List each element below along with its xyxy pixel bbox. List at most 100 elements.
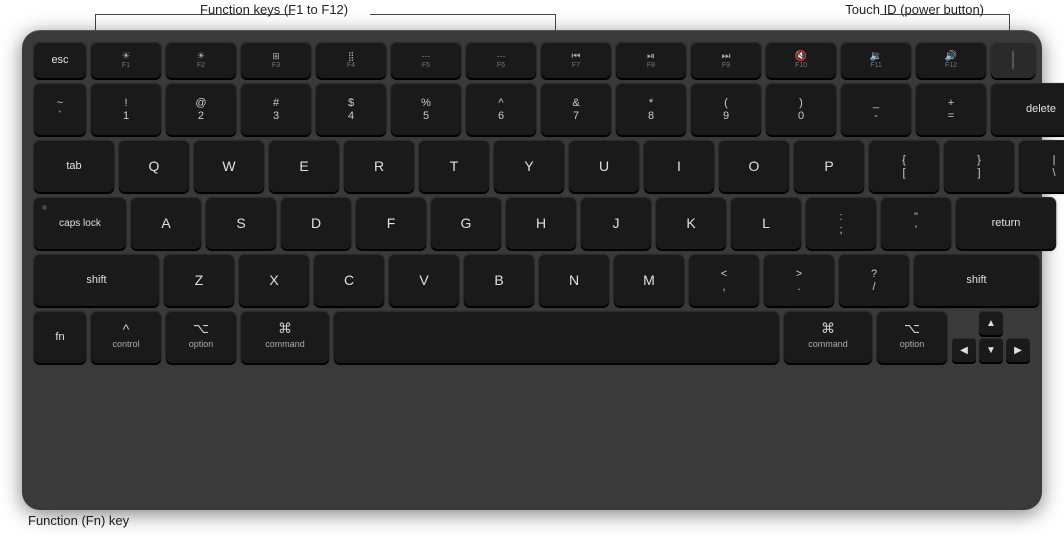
- key-touch-id[interactable]: [991, 42, 1035, 78]
- key-f1[interactable]: ☀ F1: [91, 42, 161, 78]
- key-5-labels: % 5: [421, 97, 431, 122]
- function-keys-line-left: [95, 14, 295, 15]
- key-comma[interactable]: < ,: [689, 254, 759, 306]
- key-tab[interactable]: tab: [34, 140, 114, 192]
- key-t-label: T: [450, 158, 459, 174]
- key-n[interactable]: N: [539, 254, 609, 306]
- key-f11-label: F11: [870, 62, 882, 69]
- key-f2[interactable]: ☀ F2: [166, 42, 236, 78]
- key-o[interactable]: O: [719, 140, 789, 192]
- key-r-label: R: [374, 158, 384, 174]
- key-fn[interactable]: fn: [34, 311, 86, 363]
- key-slash[interactable]: ? /: [839, 254, 909, 306]
- key-f10[interactable]: 🔇 F10: [766, 42, 836, 78]
- key-return[interactable]: return: [956, 197, 1056, 249]
- key-shift-right[interactable]: shift: [914, 254, 1039, 306]
- key-f12[interactable]: 🔊 F12: [916, 42, 986, 78]
- key-3-char: 3: [273, 110, 279, 122]
- key-1[interactable]: ! 1: [91, 83, 161, 135]
- key-arrow-right[interactable]: ▶: [1006, 338, 1030, 362]
- key-f11[interactable]: 🔉 F11: [841, 42, 911, 78]
- key-e[interactable]: E: [269, 140, 339, 192]
- key-f7-icon: ⏮: [572, 51, 581, 62]
- key-bracket-close[interactable]: } ]: [944, 140, 1014, 192]
- key-f7[interactable]: ⏮ F7: [541, 42, 611, 78]
- key-k[interactable]: K: [656, 197, 726, 249]
- key-p[interactable]: P: [794, 140, 864, 192]
- key-8[interactable]: * 8: [616, 83, 686, 135]
- key-delete[interactable]: delete: [991, 83, 1064, 135]
- key-f12-label: F12: [945, 62, 957, 69]
- key-f6[interactable]: ⋯ F6: [466, 42, 536, 78]
- key-w[interactable]: W: [194, 140, 264, 192]
- key-control-content: ^ control: [112, 321, 139, 354]
- key-c[interactable]: C: [314, 254, 384, 306]
- key-9[interactable]: ( 9: [691, 83, 761, 135]
- key-close-paren: ): [799, 97, 803, 109]
- key-b[interactable]: B: [464, 254, 534, 306]
- key-f7-label: F7: [572, 62, 580, 69]
- key-shift-left[interactable]: shift: [34, 254, 159, 306]
- key-q[interactable]: Q: [119, 140, 189, 192]
- key-arrow-left[interactable]: ◀: [952, 338, 976, 362]
- key-z[interactable]: Z: [164, 254, 234, 306]
- key-j[interactable]: J: [581, 197, 651, 249]
- key-f9[interactable]: ⏭ F9: [691, 42, 761, 78]
- key-asterisk: *: [649, 97, 653, 109]
- key-x[interactable]: X: [239, 254, 309, 306]
- key-command-right[interactable]: ⌘ command: [784, 311, 872, 363]
- function-keys-line-right: [370, 14, 555, 15]
- key-i[interactable]: I: [644, 140, 714, 192]
- key-g[interactable]: G: [431, 197, 501, 249]
- key-f8[interactable]: ⏯ F8: [616, 42, 686, 78]
- key-esc[interactable]: esc: [34, 42, 86, 78]
- key-y[interactable]: Y: [494, 140, 564, 192]
- key-underscore: _: [873, 97, 879, 109]
- key-3[interactable]: # 3: [241, 83, 311, 135]
- key-a[interactable]: A: [131, 197, 201, 249]
- arrow-up-down-group: ▲ ▼: [979, 311, 1003, 362]
- key-fn-label: fn: [55, 331, 64, 343]
- key-h[interactable]: H: [506, 197, 576, 249]
- key-space[interactable]: [334, 311, 779, 363]
- key-n-label: N: [569, 272, 579, 288]
- key-s[interactable]: S: [206, 197, 276, 249]
- key-backtick[interactable]: ~ `: [34, 83, 86, 135]
- key-u[interactable]: U: [569, 140, 639, 192]
- key-t[interactable]: T: [419, 140, 489, 192]
- key-5[interactable]: % 5: [391, 83, 461, 135]
- key-v[interactable]: V: [389, 254, 459, 306]
- key-bracket-open[interactable]: { [: [869, 140, 939, 192]
- key-minus[interactable]: _ -: [841, 83, 911, 135]
- key-0[interactable]: ) 0: [766, 83, 836, 135]
- key-f3[interactable]: ⊞ F3: [241, 42, 311, 78]
- key-x-label: X: [269, 272, 278, 288]
- key-4[interactable]: $ 4: [316, 83, 386, 135]
- key-period[interactable]: > .: [764, 254, 834, 306]
- key-quote[interactable]: " ': [881, 197, 951, 249]
- key-f5[interactable]: ⋯ F5: [391, 42, 461, 78]
- key-d[interactable]: D: [281, 197, 351, 249]
- key-2[interactable]: @ 2: [166, 83, 236, 135]
- key-z-label: Z: [195, 272, 204, 288]
- key-caps-lock[interactable]: caps lock: [34, 197, 126, 249]
- key-9-char: 9: [723, 110, 729, 122]
- key-f4[interactable]: ⣿ F4: [316, 42, 386, 78]
- key-option-right[interactable]: ⌥ option: [877, 311, 947, 363]
- key-arrow-up[interactable]: ▲: [979, 311, 1003, 335]
- key-f[interactable]: F: [356, 197, 426, 249]
- key-7[interactable]: & 7: [541, 83, 611, 135]
- key-r[interactable]: R: [344, 140, 414, 192]
- key-arrow-down[interactable]: ▼: [979, 338, 1003, 362]
- key-semicolon[interactable]: : ;: [806, 197, 876, 249]
- key-option-left[interactable]: ⌥ option: [166, 311, 236, 363]
- key-m-label: M: [643, 272, 655, 288]
- key-control[interactable]: ^ control: [91, 311, 161, 363]
- key-l[interactable]: L: [731, 197, 801, 249]
- key-6[interactable]: ^ 6: [466, 83, 536, 135]
- key-backslash[interactable]: | \: [1019, 140, 1064, 192]
- key-f8-label: F8: [647, 62, 655, 69]
- key-command-left[interactable]: ⌘ command: [241, 311, 329, 363]
- key-m[interactable]: M: [614, 254, 684, 306]
- key-equals[interactable]: + =: [916, 83, 986, 135]
